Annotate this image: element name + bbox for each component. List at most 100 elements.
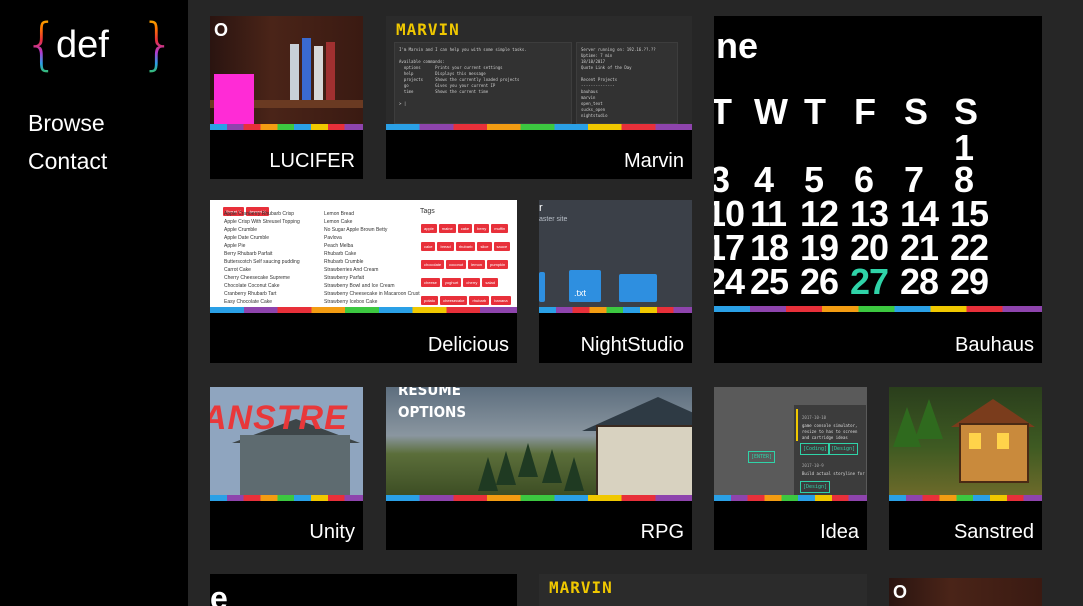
recipe-item: Chocolate Coconut Cake [224, 283, 280, 289]
tag-chip: apple [421, 224, 437, 233]
calendar-day: 27 [850, 261, 889, 302]
recipe-item: Lemon Cake [324, 219, 353, 225]
project-tile-unity[interactable]: ANSTRE Unity [210, 387, 363, 550]
row4-bauhaus-head: e [210, 580, 228, 606]
bauhaus-thumb-head: ne [716, 25, 759, 66]
nightstudio-thumb-sub: aster site [539, 216, 568, 223]
row4-lucifer-thumb-o: O [893, 582, 908, 602]
tag-chip: chocolate [421, 260, 445, 269]
tile-label: RPG [640, 521, 684, 543]
idea-enter-button: [ENTER] [748, 451, 776, 463]
weekday-label: T [714, 91, 732, 132]
nav-contact[interactable]: Contact [28, 142, 107, 180]
weekday-label: T [804, 91, 826, 132]
idea-tag-coding: [Coding] [800, 443, 831, 455]
color-stripe [210, 124, 363, 130]
color-stripe [386, 495, 692, 501]
recipe-item: Cherry Cheesecake Supreme [224, 275, 290, 281]
color-stripe [714, 306, 1042, 312]
recipe-item: Carrot Cake [224, 267, 251, 273]
recipe-item: Rhubarb Crumble [324, 259, 364, 265]
logo-brace-left: { [24, 12, 60, 77]
project-tile-delicious[interactable]: Sweet Xdessert X Apple Cranberry Rhubarb… [210, 200, 517, 363]
weekday-label: F [854, 91, 876, 132]
project-tile-idea[interactable]: [ENTER] 2017-10-10 game console simulato… [714, 387, 867, 550]
main-nav: Browse Contact [28, 104, 107, 180]
sanstred-thumbnail [889, 387, 1042, 495]
nav-browse[interactable]: Browse [28, 104, 107, 142]
tile-label: Bauhaus [955, 334, 1034, 356]
project-tile-nightstudio[interactable]: r aster site .txt NightStudio [539, 200, 692, 363]
row4-marvin-thumb-title: MARVIN [549, 578, 613, 597]
calendar-day: 29 [950, 261, 989, 302]
project-tile-row4-lucifer[interactable]: O [889, 578, 1042, 606]
color-stripe [889, 495, 1042, 501]
recipe-item: Lemon Bread [324, 211, 355, 217]
file-label: .txt [574, 288, 587, 298]
recipe-item: Apple Crumble [224, 227, 258, 233]
project-tile-row4-marvin[interactable]: MARVIN [539, 574, 867, 606]
unity-thumbnail: ANSTRE [210, 387, 363, 495]
recipe-item: Pavlova [324, 235, 342, 241]
row4-marvin-thumbnail: MARVIN [539, 574, 867, 606]
color-stripe [539, 307, 692, 313]
recipe-item: Apple Cranberry Rhubarb Crisp [224, 211, 295, 217]
idea-thumbnail: [ENTER] 2017-10-10 game console simulato… [714, 387, 867, 495]
recipe-item: Easy Chocolate Cake [224, 299, 273, 305]
tag-chip: rhubarb [469, 296, 490, 305]
rpg-menu-resume: RESUME [398, 387, 461, 399]
recipe-item: Strawberry Icebox Cake [324, 299, 378, 305]
recipe-item: Butterscotch Self saucing pudding [224, 259, 300, 265]
recipe-item: Strawberry Cheesecake in Macaroon Crust [324, 291, 420, 297]
project-tile-row4-bauhaus[interactable]: e [210, 574, 517, 606]
tag-chip: potato [421, 296, 439, 305]
lucifer-thumbnail: O [210, 16, 363, 124]
row4-lucifer-thumbnail: O [889, 578, 1042, 606]
folder-icon [619, 274, 657, 302]
calendar-day: 26 [800, 261, 839, 302]
tag-chip: maine [438, 224, 456, 233]
tag-chip: salad [482, 278, 498, 287]
recipe-item: Apple Pie [224, 243, 246, 249]
project-tile-bauhaus[interactable]: ne T W T F S S 1 3 4 5 6 7 8 10 11 12 13 14 15 17 18 19 20 21 22… [714, 16, 1042, 363]
project-tile-sanstred[interactable]: Sanstred [889, 387, 1042, 550]
recipe-item: Apple Date Crumble [224, 235, 270, 241]
marvin-status-text: Server running on: 192.16.??.?? Uptime: … [581, 47, 656, 118]
tag-chip: berry [474, 224, 490, 233]
recipe-item: Cranberry Rhubarb Tart [224, 291, 277, 297]
logo[interactable]: { def } [24, 12, 176, 77]
tag-chip: cheesecake [440, 296, 468, 305]
tile-label: LUCIFER [269, 150, 355, 172]
tag-chip: banana [491, 296, 511, 305]
bauhaus-thumbnail: ne T W T F S S 1 3 4 5 6 7 8 10 11 12 13 14 15 17 18 19 20 21 22… [714, 16, 1042, 306]
logo-brace-right: } [140, 12, 176, 77]
calendar-day: 24 [714, 261, 745, 302]
weekday-label: W [754, 91, 788, 132]
tile-label: Delicious [427, 334, 509, 356]
recipe-item: Strawberry Bowl and Ice Cream [324, 283, 395, 289]
tag-chip: bread [437, 242, 454, 251]
tag-chip: rhubarb [455, 242, 476, 251]
delicious-tags-heading: Tags [420, 208, 435, 215]
weekday-label: S [904, 91, 928, 132]
tile-label: Marvin [623, 150, 684, 172]
tag-chip: lemon [468, 260, 486, 269]
project-tile-rpg[interactable]: RESUME OPTIONS RPG [386, 387, 692, 550]
delicious-thumbnail: Sweet Xdessert X Apple Cranberry Rhubarb… [210, 200, 517, 307]
recipe-item: Berry Rhubarb Parfait [224, 251, 273, 257]
unity-thumb-sign: ANSTRE [210, 399, 348, 437]
calendar-day: 25 [750, 261, 789, 302]
idea-date-2: 2017-10-9 [802, 463, 824, 468]
project-tile-marvin[interactable]: MARVIN I'm Marvin and I can help you wit… [386, 16, 692, 179]
tag-chip: coconut [446, 260, 467, 269]
color-stripe [210, 495, 363, 501]
marvin-terminal-text: I'm Marvin and I can help you with some … [399, 47, 527, 106]
sidebar: { def } Browse Contact [0, 0, 188, 606]
row4-bauhaus-thumbnail: e [210, 574, 517, 606]
tile-label: Sanstred [953, 521, 1034, 543]
recipe-item: No Sugar Apple Brown Betty [324, 227, 388, 233]
tag-chip: pumpkin [487, 260, 509, 269]
recipe-item: Rhubarb Cake [324, 251, 357, 257]
tag-chip: cake [421, 242, 436, 251]
project-tile-lucifer[interactable]: O LUCIFER [210, 16, 363, 179]
